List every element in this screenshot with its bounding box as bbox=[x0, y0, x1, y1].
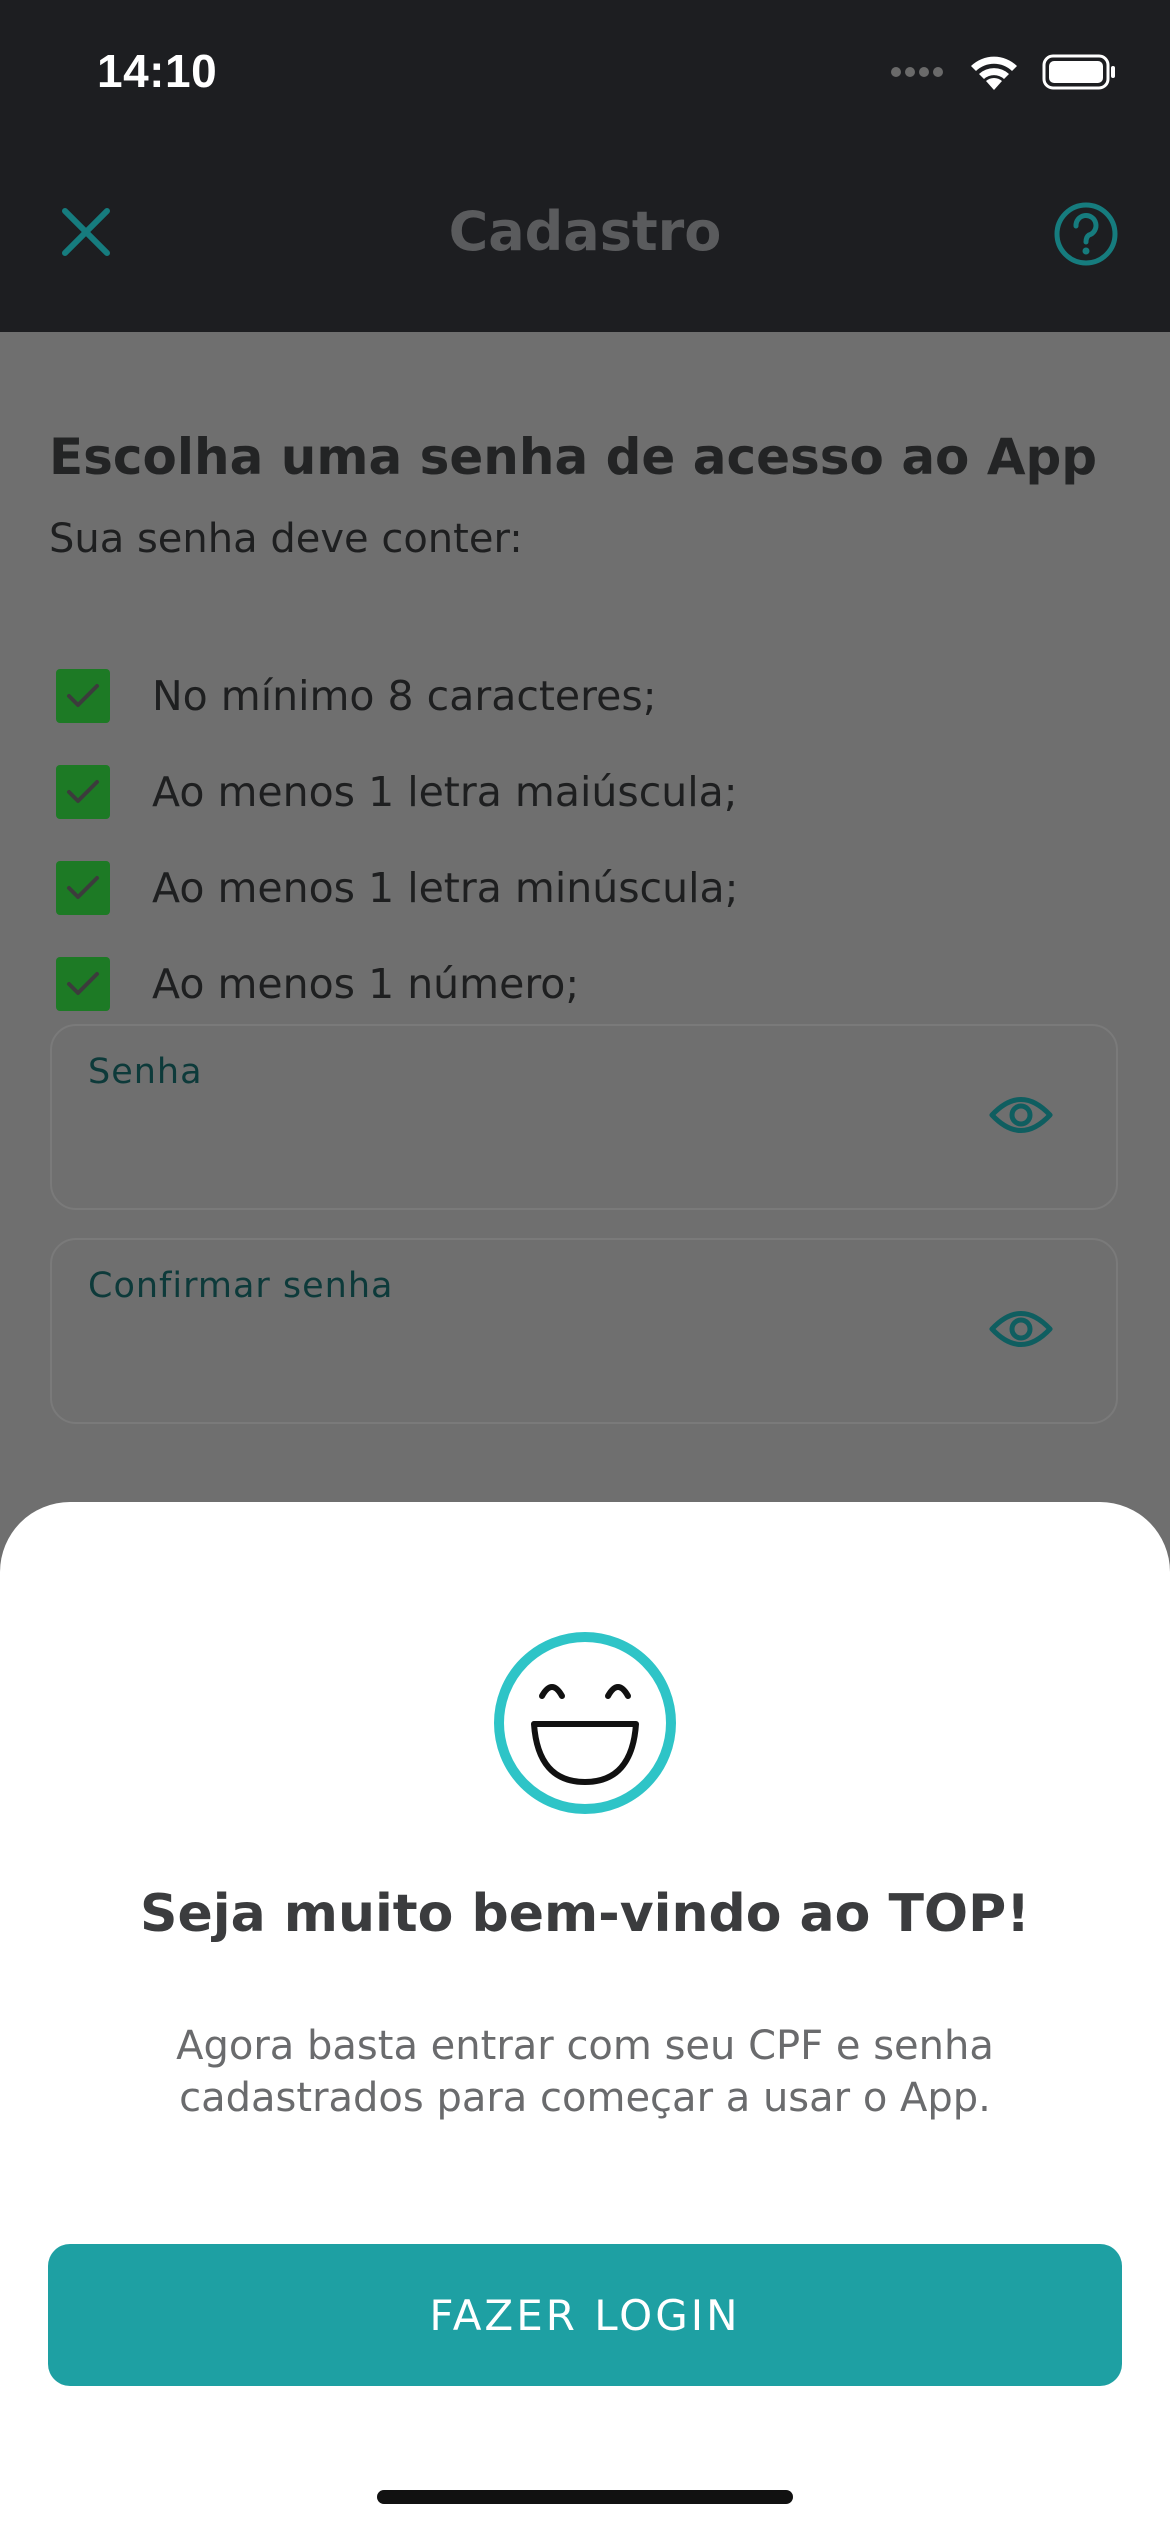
requirement-item: Ao menos 1 letra maiúscula; bbox=[56, 744, 738, 840]
eye-icon[interactable] bbox=[988, 1306, 1054, 1352]
requirement-item: Ao menos 1 letra minúscula; bbox=[56, 840, 738, 936]
check-icon bbox=[67, 972, 99, 995]
requirement-label: Ao menos 1 letra maiúscula; bbox=[152, 768, 738, 816]
smiley-face-icon bbox=[494, 1632, 676, 1814]
status-time: 14:10 bbox=[97, 45, 218, 97]
battery-icon bbox=[1042, 54, 1115, 90]
confirm-password-field[interactable]: Confirmar senha bbox=[50, 1238, 1118, 1424]
form-subtitle: Sua senha deve conter: bbox=[49, 516, 523, 562]
requirement-checkbox bbox=[56, 669, 110, 723]
top-bar: 14:10 Cadastro bbox=[0, 0, 1170, 332]
requirement-item: Ao menos 1 número; bbox=[56, 936, 738, 1032]
screen: 14:10 Cadastro Escolha uma senha de aces… bbox=[0, 0, 1170, 2532]
requirement-checkbox bbox=[56, 765, 110, 819]
wifi-icon bbox=[971, 56, 1017, 90]
form-title: Escolha uma senha de acesso ao App bbox=[49, 428, 1098, 486]
password-field[interactable]: Senha bbox=[50, 1024, 1118, 1210]
requirement-label: No mínimo 8 caracteres; bbox=[152, 672, 657, 720]
check-icon bbox=[67, 684, 99, 707]
help-circle-icon bbox=[1054, 202, 1118, 266]
login-button[interactable]: FAZER LOGIN bbox=[48, 2244, 1122, 2386]
page-title: Cadastro bbox=[448, 200, 722, 263]
check-icon bbox=[67, 780, 99, 803]
requirement-label: Ao menos 1 número; bbox=[152, 960, 580, 1008]
welcome-description: Agora basta entrar com seu CPF e senha c… bbox=[176, 2023, 994, 2121]
requirement-label: Ao menos 1 letra minúscula; bbox=[152, 864, 739, 912]
eye-icon[interactable] bbox=[988, 1092, 1054, 1138]
cellular-signal-icon bbox=[891, 67, 943, 77]
home-indicator bbox=[377, 2490, 793, 2504]
requirement-item: No mínimo 8 caracteres; bbox=[56, 648, 738, 744]
confirm-password-field-label: Confirmar senha bbox=[88, 1266, 394, 1306]
password-field-label: Senha bbox=[88, 1052, 203, 1092]
help-button[interactable] bbox=[1052, 200, 1120, 268]
status-icons bbox=[890, 52, 1118, 92]
check-icon bbox=[67, 876, 99, 899]
requirement-checkbox bbox=[56, 957, 110, 1011]
requirement-checkbox bbox=[56, 861, 110, 915]
requirements-list: No mínimo 8 caracteres; Ao menos 1 letra… bbox=[56, 648, 738, 1032]
welcome-title: Seja muito bem-vindo ao TOP! bbox=[140, 1884, 1030, 1944]
welcome-bottom-sheet: Seja muito bem-vindo ao TOP! Agora basta… bbox=[0, 1502, 1170, 2532]
